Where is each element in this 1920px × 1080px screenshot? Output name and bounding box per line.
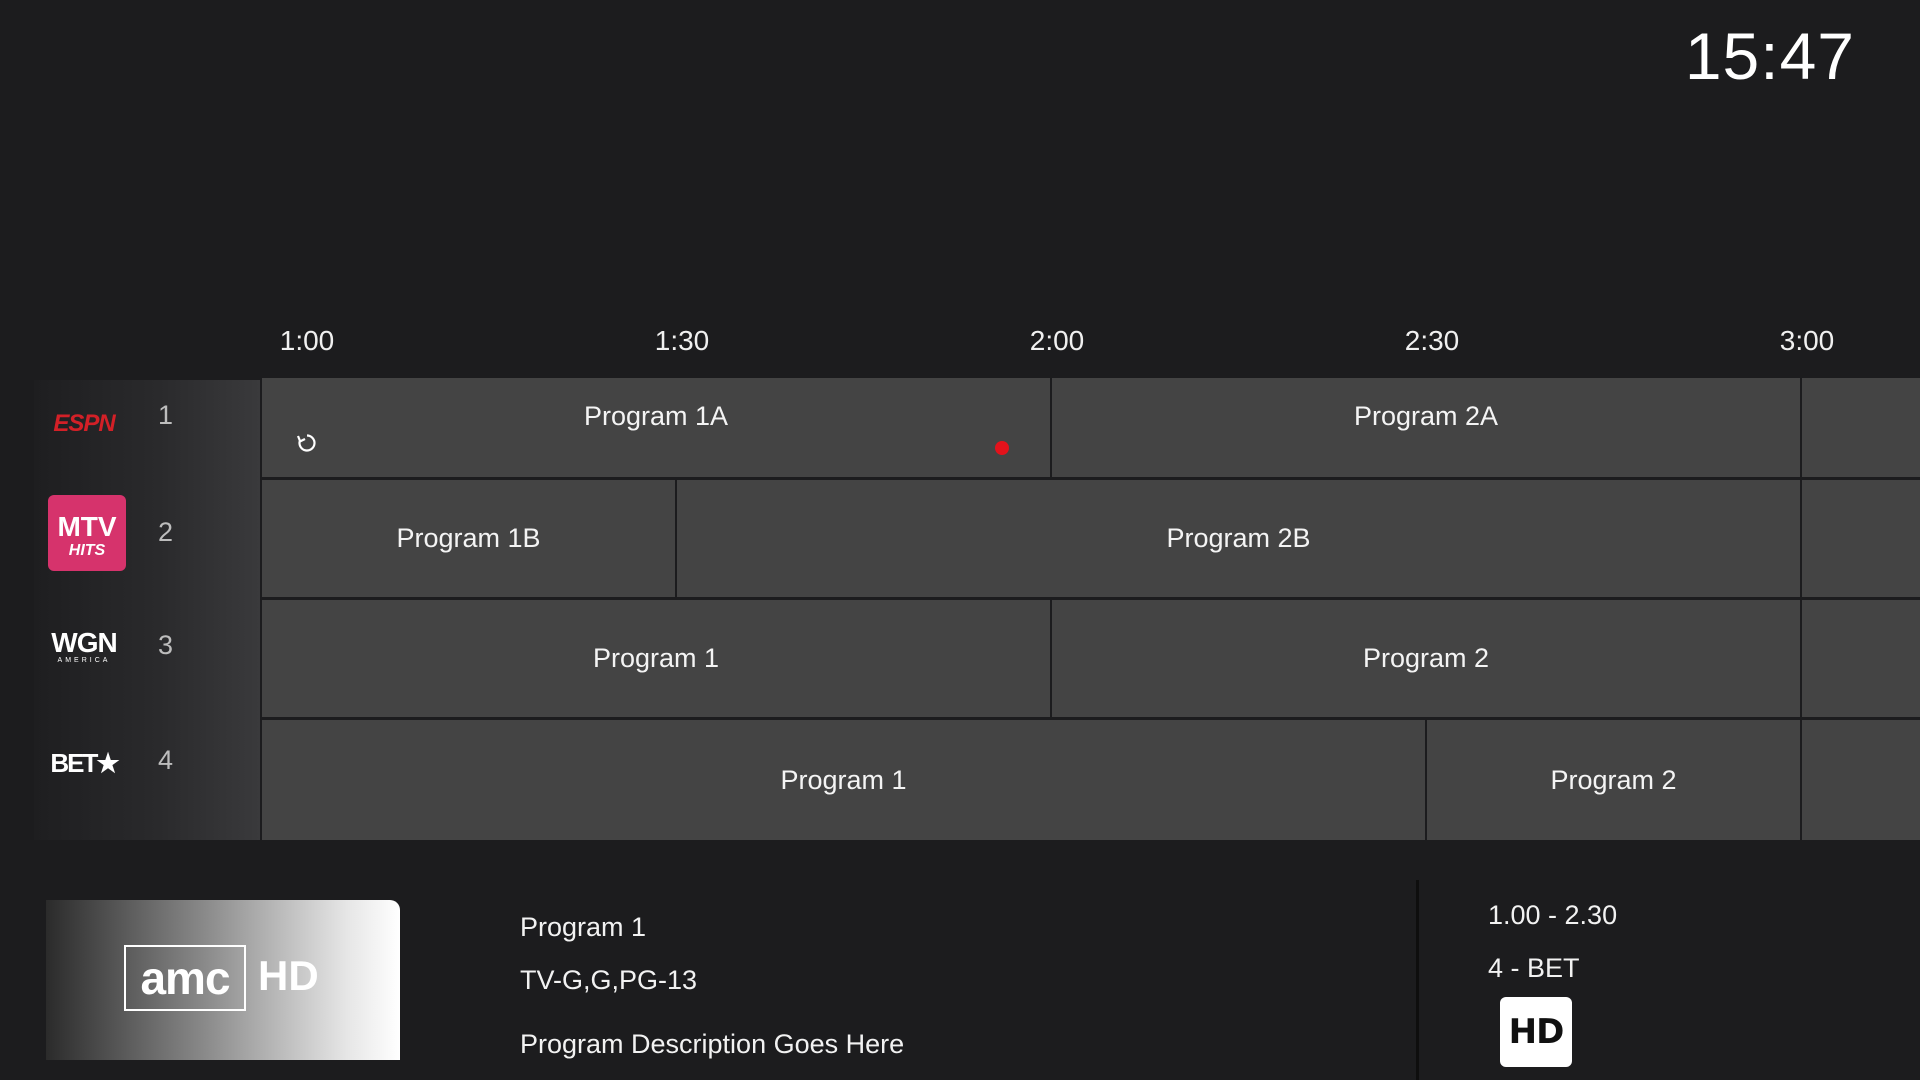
- channel-number: 1: [158, 400, 174, 430]
- wgn-america-logo: WGN AMERICA: [51, 626, 117, 664]
- thumbnail-hd-label: HD: [258, 952, 319, 999]
- channel-number: 2: [158, 517, 174, 547]
- timeline-header: 1:00 1:30 2:00 2:30 3:00: [0, 325, 1920, 365]
- program-cell[interactable]: Program 1B: [260, 480, 675, 600]
- info-divider: [1416, 880, 1419, 1080]
- amc-logo: amc: [124, 945, 246, 1011]
- channel-row-1[interactable]: ESPN 1: [34, 380, 261, 495]
- program-title: Program 2: [1362, 643, 1490, 673]
- mtv-hits-logo: MTV HITS: [48, 495, 126, 571]
- program-ratings: TV-G,G,PG-13: [520, 965, 698, 995]
- program-time-range: 1.00 - 2.30: [1488, 900, 1618, 930]
- program-cell[interactable]: [1800, 720, 1920, 840]
- time-tick: 3:00: [1779, 325, 1835, 356]
- amc-logo-text: amc: [140, 952, 230, 1004]
- program-cell[interactable]: Program 1A: [260, 378, 1050, 480]
- program-title: Program 2B: [1166, 523, 1311, 553]
- program-title: Program 1: [520, 912, 647, 942]
- channel-row-2[interactable]: MTV HITS 2: [34, 495, 261, 610]
- program-description: Program Description Goes Here: [520, 1029, 905, 1059]
- program-channel: 4 - BET: [1488, 953, 1580, 983]
- time-tick: 2:00: [1029, 325, 1085, 356]
- program-cell[interactable]: Program 1: [260, 720, 1425, 840]
- program-cell[interactable]: [1800, 378, 1920, 480]
- program-title: Program 2: [1550, 764, 1677, 795]
- program-title: Program 1: [780, 764, 907, 795]
- time-tick: 1:30: [654, 325, 710, 356]
- time-tick: 2:30: [1404, 325, 1460, 356]
- program-cell[interactable]: Program 2: [1050, 600, 1800, 720]
- program-cell[interactable]: Program 2A: [1050, 378, 1800, 480]
- bet-logo: BET★: [50, 747, 119, 778]
- channel-number: 3: [158, 630, 174, 660]
- program-title: Program 1B: [396, 523, 541, 553]
- program-title: Program 1A: [583, 401, 729, 431]
- clock: 15:47: [1684, 19, 1855, 93]
- channel-thumbnail: amc HD: [46, 900, 400, 1060]
- program-cell[interactable]: [1800, 480, 1920, 600]
- channel-row-3[interactable]: WGN AMERICA 3: [34, 610, 261, 725]
- program-grid: Program 1A Program 2A Program 1B Program…: [260, 378, 1920, 840]
- program-cell[interactable]: Program 2B: [675, 480, 1800, 600]
- hd-badge: HD: [1500, 997, 1572, 1067]
- program-cell[interactable]: Program 2: [1425, 720, 1800, 840]
- program-title: Program 2A: [1353, 401, 1499, 431]
- channel-list: ESPN 1 MTV HITS 2 WGN AMERICA 3 BET★ 4: [34, 380, 261, 840]
- program-title: Program 1: [592, 643, 720, 673]
- replay-icon: [296, 430, 318, 461]
- program-cell[interactable]: [1800, 600, 1920, 720]
- program-cell[interactable]: Program 1: [260, 600, 1050, 720]
- channel-number: 4: [158, 745, 174, 775]
- channel-row-4[interactable]: BET★ 4: [34, 725, 261, 840]
- espn-logo: ESPN: [53, 410, 115, 437]
- recording-dot-icon: [995, 441, 1009, 455]
- time-tick: 1:00: [279, 325, 335, 356]
